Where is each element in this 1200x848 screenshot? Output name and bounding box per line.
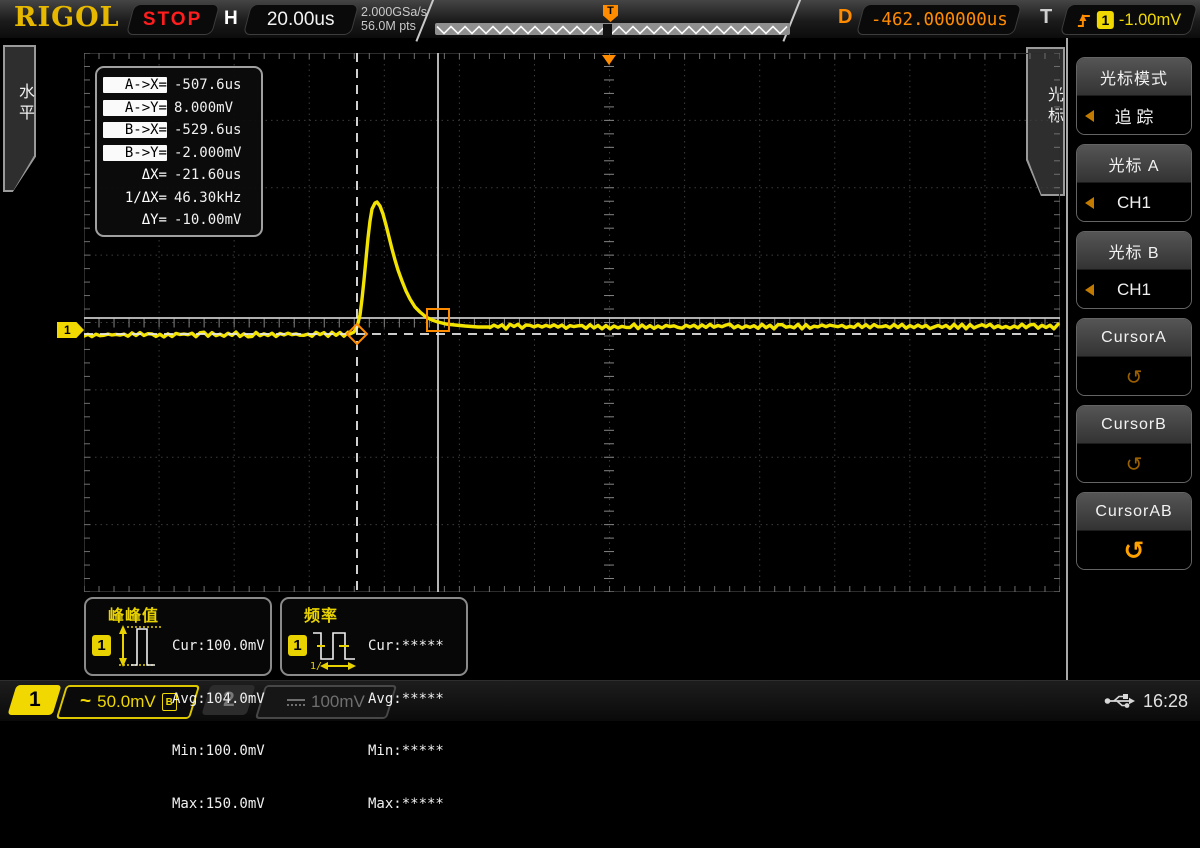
channel1-badge[interactable]: 1 <box>7 685 61 715</box>
trigger-source-badge: 1 <box>1097 11 1114 29</box>
tab-horizontal[interactable]: 水平 <box>3 45 36 192</box>
ac-coupling-icon: ~ <box>80 691 91 713</box>
trigger-label: T <box>1040 6 1052 29</box>
tab-horizontal-label: 水平 <box>3 83 36 125</box>
trigger-settings-box[interactable]: 1 -1.00mV <box>1060 4 1198 35</box>
top-status-bar: RIGOL STOP H 20.00us 2.000GSa/s 56.0M pt… <box>0 0 1200 39</box>
rotate-knob-icon[interactable]: ↺ <box>1126 452 1143 476</box>
measure-row: Max:***** <box>368 796 444 814</box>
readout-row: ΔY=-10.00mV <box>103 209 255 232</box>
memory-depth: 56.0M pts <box>361 19 427 33</box>
rotate-knob-icon[interactable]: ↺ <box>1126 365 1143 389</box>
clock-area: 16:28 <box>1104 681 1188 721</box>
delay-label: D <box>838 6 852 29</box>
menu-item-cursor-a-knob[interactable]: CursorA ↺ <box>1076 318 1192 396</box>
memory-position-bar[interactable] <box>435 23 790 35</box>
measurement-box-vpp: 峰峰值 1 Cur:100.0mV Avg:104.0mV Min:100.0m… <box>84 597 272 676</box>
channel2-scale: 100mV <box>311 692 365 712</box>
menu-item-cursor-a-source[interactable]: 光标 A CH1 <box>1076 144 1192 222</box>
readout-row: B->Y=-2.000mV <box>103 142 255 165</box>
sample-rate: 2.000GSa/s <box>361 5 427 19</box>
left-arrow-icon <box>1085 110 1094 122</box>
measure-row: Max:150.0mV <box>172 796 265 814</box>
left-arrow-icon <box>1085 197 1094 209</box>
left-arrow-icon <box>1085 284 1094 296</box>
memory-waveform-icon <box>435 24 790 36</box>
menu-item-cursor-b-source[interactable]: 光标 B CH1 <box>1076 231 1192 309</box>
measurement-box-frequency: 频率 1 1/ Cur:***** Avg:***** Min:***** Ma… <box>280 597 468 676</box>
measure-row: Cur:100.0mV <box>172 638 265 656</box>
readout-row: 1/ΔX=46.30kHz <box>103 187 255 210</box>
timebase-value: 20.00us <box>267 9 335 31</box>
measure-row: Min:100.0mV <box>172 743 265 761</box>
readout-row: B->X=-529.6us <box>103 119 255 142</box>
run-status-indicator[interactable]: STOP <box>126 4 220 35</box>
horizontal-label: H <box>224 8 238 30</box>
measure-row: Min:***** <box>368 743 444 761</box>
acquisition-info: 2.000GSa/s 56.0M pts <box>361 5 427 33</box>
measure-row: Avg:***** <box>368 691 444 709</box>
channel1-scale: 50.0mV <box>97 692 156 712</box>
trigger-level-value: -1.00mV <box>1119 10 1181 29</box>
channel1-badge: 1 <box>92 635 111 656</box>
vpp-measure-icon <box>113 621 167 671</box>
measure-row: Avg:104.0mV <box>172 691 265 709</box>
frequency-measure-icon: 1/ <box>309 621 363 671</box>
run-status-label: STOP <box>143 9 202 31</box>
dc-coupling-icon <box>287 699 305 706</box>
measurement-values: Cur:100.0mV Avg:104.0mV Min:100.0mV Max:… <box>172 603 265 848</box>
readout-row: ΔX=-21.60us <box>103 164 255 187</box>
timebase-box[interactable]: 20.00us <box>243 4 359 35</box>
menu-item-cursor-mode[interactable]: 光标模式 追 踪 <box>1076 57 1192 135</box>
readout-row: A->Y=8.000mV <box>103 97 255 120</box>
readout-row: A->X=-507.6us <box>103 74 255 97</box>
menu-item-cursor-ab-knob[interactable]: CursorAB ↺ <box>1076 492 1192 570</box>
measurement-values: Cur:***** Avg:***** Min:***** Max:***** <box>368 603 444 848</box>
menu-item-cursor-b-knob[interactable]: CursorB ↺ <box>1076 405 1192 483</box>
rotate-knob-icon[interactable]: ↺ <box>1124 536 1145 565</box>
trigger-position-pennant[interactable]: T <box>603 5 618 22</box>
rising-edge-icon <box>1077 10 1092 30</box>
cursor-readout-box: A->X=-507.6us A->Y=8.000mV B->X=-529.6us… <box>95 66 263 237</box>
channel1-badge: 1 <box>288 635 307 656</box>
measure-row: Cur:***** <box>368 638 444 656</box>
sidebar-separator <box>1066 38 1068 680</box>
usb-icon <box>1104 693 1136 709</box>
channel1-ground-marker[interactable]: 1 <box>57 322 84 338</box>
trigger-delay-value: -462.000000us <box>871 10 1008 30</box>
trigger-delay-box[interactable]: -462.000000us <box>856 4 1022 35</box>
time-display: 16:28 <box>1143 691 1188 712</box>
rigol-logo: RIGOL <box>14 2 120 33</box>
